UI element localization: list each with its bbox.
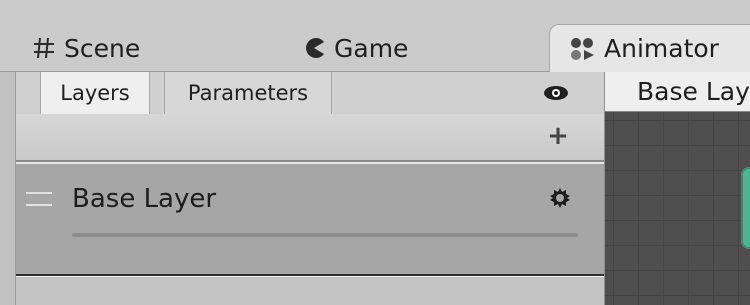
tab-game-label: Game [334, 33, 409, 63]
tab-scene-label: Scene [64, 33, 141, 63]
subtab-layers[interactable]: Layers [40, 72, 150, 114]
pacman-icon [302, 36, 326, 60]
breadcrumb[interactable]: Base Layer [605, 72, 750, 112]
gear-icon[interactable] [548, 186, 572, 210]
layer-row-base-layer[interactable]: Base Layer [16, 164, 604, 276]
window-tab-strip: Scene Game Animator [0, 0, 750, 72]
tab-animator[interactable]: Animator [549, 24, 750, 72]
panel-subtabs: Layers Parameters [16, 72, 604, 115]
plus-icon[interactable]: + [546, 123, 570, 149]
unity-editor-window: Scene Game Animator Layers Parameters + … [0, 0, 750, 305]
drag-handle-icon[interactable] [26, 192, 52, 206]
tab-animator-label: Animator [604, 34, 719, 63]
animator-icon [568, 35, 596, 63]
tab-scene[interactable]: Scene [32, 24, 140, 72]
animator-graph-area[interactable]: Base Layer [605, 72, 750, 305]
hash-icon [32, 36, 56, 60]
subtab-parameters[interactable]: Parameters [164, 72, 332, 114]
layers-toolbar: + [16, 114, 604, 162]
animator-side-panel: Layers Parameters + Base Layer [15, 72, 605, 305]
state-node[interactable] [741, 167, 750, 249]
layer-name: Base Layer [72, 184, 217, 214]
layer-weight-slider[interactable] [72, 233, 578, 237]
tab-game[interactable]: Game [302, 24, 408, 72]
layers-list-empty-area [16, 276, 604, 305]
graph-grid[interactable] [605, 112, 750, 305]
eye-icon[interactable] [542, 83, 570, 103]
